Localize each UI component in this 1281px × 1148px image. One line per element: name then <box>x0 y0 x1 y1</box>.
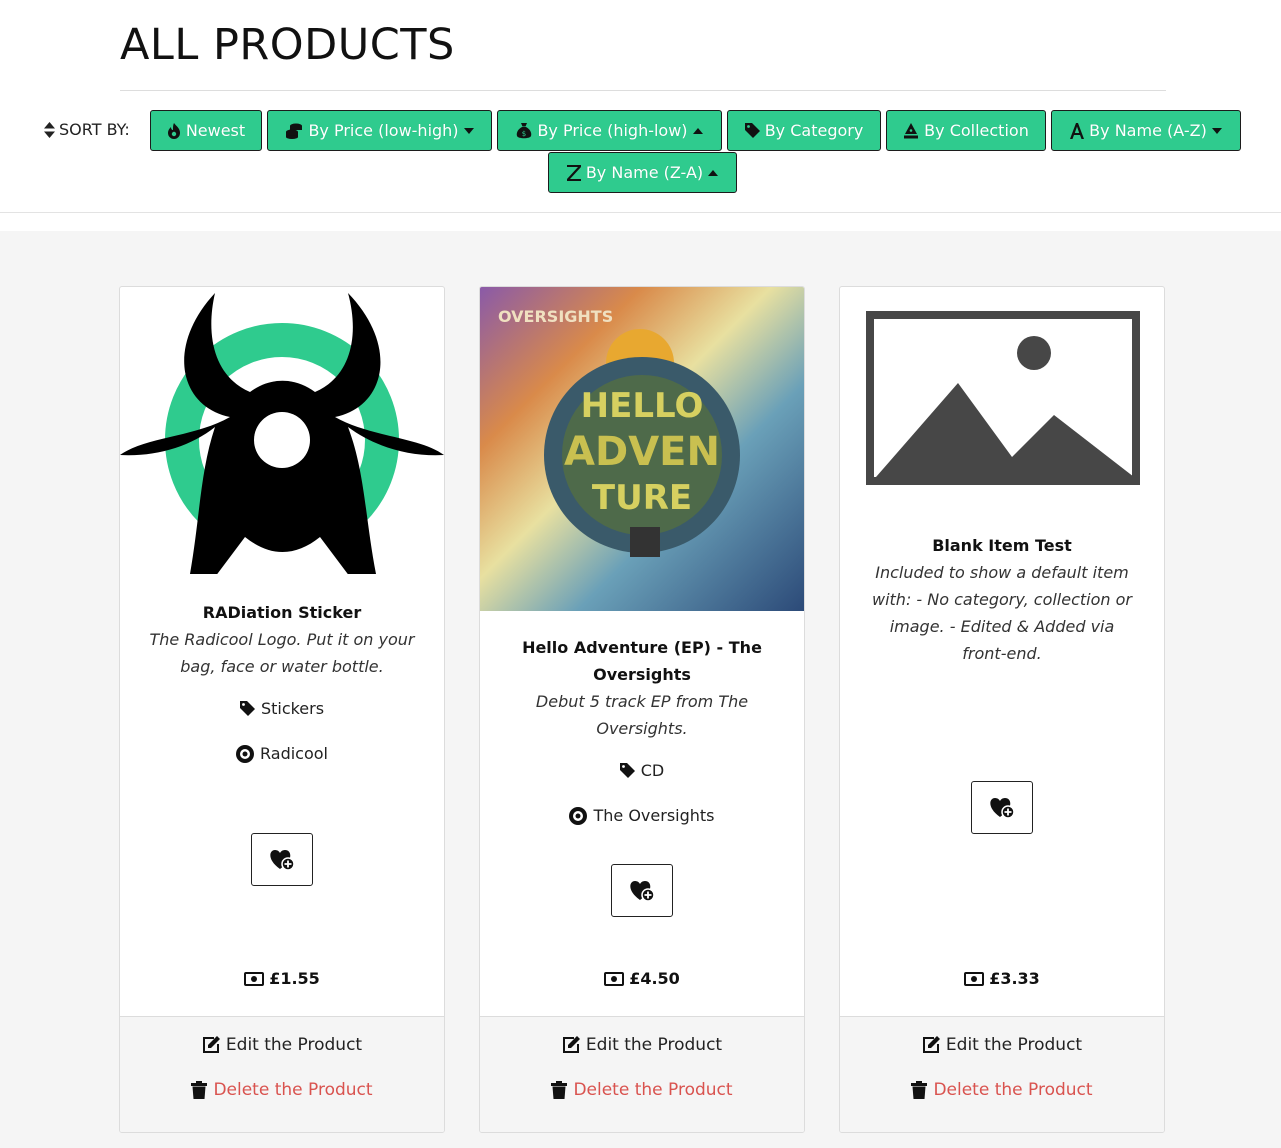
trash-icon <box>551 1081 568 1099</box>
money-bag-icon: $ <box>517 122 532 138</box>
delete-product-label: Delete the Product <box>933 1080 1093 1100</box>
trash-icon <box>911 1081 928 1099</box>
product-description: The Radicool Logo. Put it on your bag, f… <box>149 630 415 676</box>
caret-up-icon <box>708 169 719 176</box>
edit-product-link[interactable]: Edit the Product <box>840 1035 1164 1055</box>
product-card: OVERSIGHTS HELLO ADVEN TURE Hello Advent… <box>479 286 805 1133</box>
sort-name-a-z-button[interactable]: By Name (A-Z) <box>1051 110 1241 151</box>
edit-product-link[interactable]: Edit the Product <box>120 1035 444 1055</box>
add-to-wishlist-button[interactable] <box>251 833 313 886</box>
sort-price-low-high-label: By Price (low-high) <box>308 121 459 140</box>
product-collection[interactable]: The Oversights <box>480 806 804 825</box>
product-category-label: Stickers <box>260 699 325 718</box>
letter-a-icon <box>1070 122 1085 139</box>
money-bill-icon <box>964 971 985 986</box>
product-card: Blank Item Test Included to show a defau… <box>839 286 1165 1133</box>
add-to-wishlist-button[interactable] <box>971 781 1033 834</box>
album-band-name: OVERSIGHTS <box>498 307 613 326</box>
product-price-value: £4.50 <box>629 969 680 988</box>
sort-name-z-a-button[interactable]: By Name (Z-A) <box>548 152 737 193</box>
product-collection-label: Radicool <box>260 744 328 763</box>
product-price-value: £3.33 <box>989 969 1040 988</box>
tag-icon <box>239 701 255 716</box>
edit-icon <box>202 1036 220 1053</box>
sort-category-button[interactable]: By Category <box>727 110 881 151</box>
caret-down-icon <box>463 127 474 134</box>
product-category[interactable]: CD <box>480 761 804 780</box>
section-divider <box>0 212 1281 213</box>
fire-icon <box>167 122 180 139</box>
sort-label: SORT BY: <box>44 120 130 139</box>
album-cover-image[interactable]: OVERSIGHTS HELLO ADVEN TURE <box>480 287 804 611</box>
delete-product-link[interactable]: Delete the Product <box>840 1080 1164 1100</box>
caret-up-icon <box>692 127 703 134</box>
sort-price-high-low-button[interactable]: $ By Price (high-low) <box>497 110 722 151</box>
edit-icon <box>922 1036 940 1053</box>
sort-label-text: SORT BY: <box>59 120 130 139</box>
card-footer: Edit the Product Delete the Product <box>120 1016 444 1132</box>
heart-plus-icon <box>630 880 655 902</box>
edit-product-link[interactable]: Edit the Product <box>480 1035 804 1055</box>
album-title-top: HELLO <box>581 386 704 426</box>
pen-nib-icon <box>904 122 919 138</box>
svg-text:$: $ <box>522 130 526 138</box>
product-description: Debut 5 track EP from The Oversights. <box>535 692 749 738</box>
product-name[interactable]: Hello Adventure (EP) - The Oversights <box>500 634 784 688</box>
sort-name-z-a-label: By Name (Z-A) <box>585 163 704 182</box>
product-collection-label: The Oversights <box>593 806 715 825</box>
product-price-value: £1.55 <box>269 969 320 988</box>
title-divider <box>120 90 1166 91</box>
radiation-logo-image[interactable] <box>120 287 444 582</box>
product-name[interactable]: RADiation Sticker <box>140 599 424 626</box>
product-category-label: CD <box>640 761 665 780</box>
sort-price-high-low-label: By Price (high-low) <box>537 121 688 140</box>
tag-icon <box>619 763 635 778</box>
delete-product-link[interactable]: Delete the Product <box>480 1080 804 1100</box>
caret-down-icon <box>1211 127 1222 134</box>
tag-icon <box>744 123 760 138</box>
delete-product-link[interactable]: Delete the Product <box>120 1080 444 1100</box>
edit-icon <box>562 1036 580 1053</box>
sort-category-label: By Category <box>764 121 864 140</box>
edit-product-label: Edit the Product <box>225 1035 363 1055</box>
product-category[interactable]: Stickers <box>120 699 444 718</box>
letter-z-icon <box>566 164 581 181</box>
product-price: £4.50 <box>480 969 804 988</box>
heart-plus-icon <box>990 797 1015 819</box>
placeholder-image[interactable] <box>840 287 1164 507</box>
product-collection[interactable]: Radicool <box>120 744 444 763</box>
product-price: £3.33 <box>840 969 1164 988</box>
money-bill-icon <box>244 971 265 986</box>
delete-product-label: Delete the Product <box>573 1080 733 1100</box>
product-card: RADiation Sticker The Radicool Logo. Put… <box>119 286 445 1133</box>
page-header: ALL PRODUCTS SORT BY: Newest By Price (l… <box>0 0 1281 212</box>
album-title-bottom: TURE <box>592 478 692 518</box>
sort-newest-button[interactable]: Newest <box>150 110 262 151</box>
card-footer: Edit the Product Delete the Product <box>480 1016 804 1132</box>
record-icon <box>236 744 254 763</box>
coins-icon <box>286 123 303 139</box>
sort-collection-label: By Collection <box>924 121 1029 140</box>
money-bill-icon <box>604 971 625 986</box>
product-name[interactable]: Blank Item Test <box>860 532 1144 559</box>
delete-product-label: Delete the Product <box>213 1080 373 1100</box>
sort-collection-button[interactable]: By Collection <box>886 110 1046 151</box>
page-title: ALL PRODUCTS <box>120 20 455 70</box>
heart-plus-icon <box>270 849 295 871</box>
record-icon <box>569 806 588 825</box>
sort-name-a-z-label: By Name (A-Z) <box>1089 121 1207 140</box>
product-price: £1.55 <box>120 969 444 988</box>
product-description: Included to show a default item with: - … <box>872 563 1132 663</box>
sort-price-low-high-button[interactable]: By Price (low-high) <box>267 110 492 151</box>
sort-newest-label: Newest <box>185 121 246 140</box>
trash-icon <box>191 1081 208 1099</box>
add-to-wishlist-button[interactable] <box>611 864 673 917</box>
sort-icon <box>44 121 55 138</box>
edit-product-label: Edit the Product <box>585 1035 723 1055</box>
album-title-mid: ADVEN <box>564 429 720 475</box>
edit-product-label: Edit the Product <box>945 1035 1083 1055</box>
card-footer: Edit the Product Delete the Product <box>840 1016 1164 1132</box>
